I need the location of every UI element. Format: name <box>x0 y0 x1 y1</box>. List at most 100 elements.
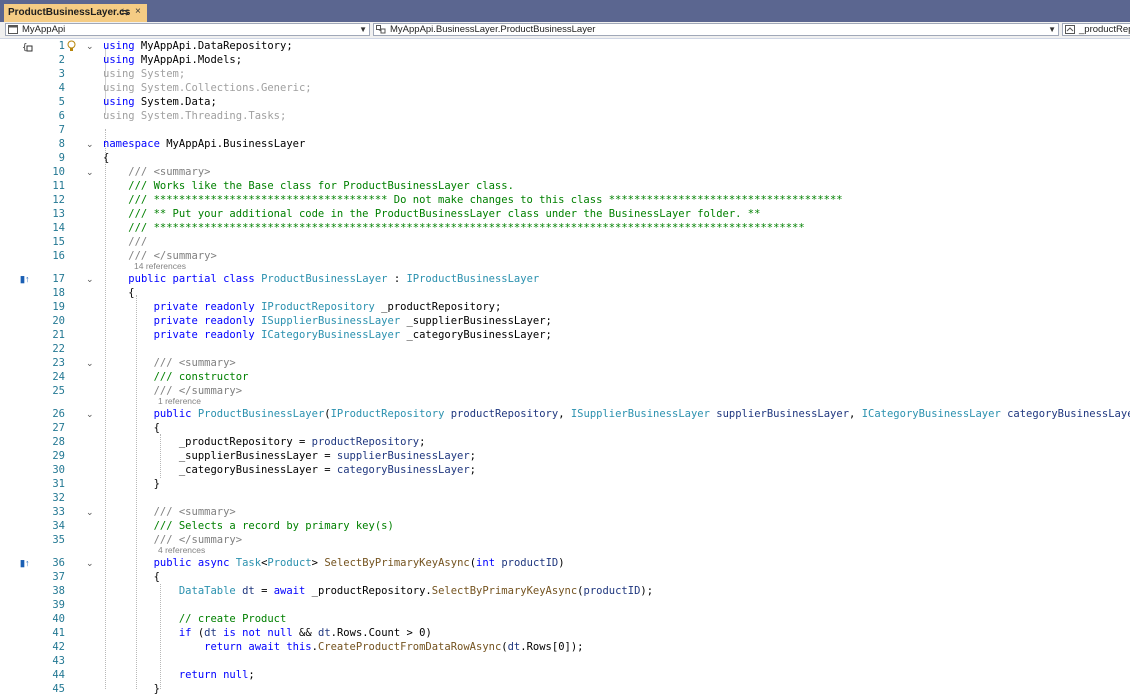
code-line[interactable]: ▮↑ 17 ⌄ public partial class ProductBusi… <box>0 272 1130 286</box>
code-line[interactable]: 18 { <box>0 286 1130 300</box>
collapse-icon[interactable]: ⌄ <box>86 39 94 53</box>
code-text: using System.Data; <box>103 96 217 108</box>
line-number: 33 <box>52 506 65 518</box>
code-line[interactable]: 2 using MyAppApi.Models; <box>0 53 1130 67</box>
line-number: 41 <box>52 627 65 639</box>
pin-icon[interactable]: ⇆ <box>121 7 129 18</box>
code-text: { <box>103 287 135 299</box>
code-line[interactable]: 26 ⌄ public ProductBusinessLayer(IProduc… <box>0 407 1130 421</box>
code-line[interactable]: 42 return await this.CreateProductFromDa… <box>0 640 1130 654</box>
code-line[interactable]: 41 if (dt is not null && dt.Rows.Count >… <box>0 626 1130 640</box>
code-line[interactable]: 24 /// constructor <box>0 370 1130 384</box>
code-text: /// Works like the Base class for Produc… <box>103 180 514 192</box>
code-line[interactable]: 9 { <box>0 151 1130 165</box>
code-line[interactable]: 4 using System.Collections.Generic; <box>0 81 1130 95</box>
code-text: using System.Collections.Generic; <box>103 82 312 94</box>
line-number: 19 <box>52 301 65 313</box>
line-number: 1 <box>58 40 65 52</box>
code-text: private readonly ICategoryBusinessLayer … <box>153 329 552 341</box>
code-line[interactable]: 34 /// Selects a record by primary key(s… <box>0 519 1130 533</box>
collapse-icon[interactable]: ⌄ <box>86 407 94 421</box>
code-line[interactable]: 10 ⌄ /// <summary> <box>0 165 1130 179</box>
code-line[interactable]: 1 ⌄ using MyAppApi.DataRepository; <box>0 39 1130 53</box>
code-line[interactable]: 40 // create Product <box>0 612 1130 626</box>
code-line[interactable]: 21 private readonly ICategoryBusinessLay… <box>0 328 1130 342</box>
line-number: 3 <box>58 68 65 80</box>
code-editor[interactable]: { 1 ⌄ using MyAppApi.DataRepository; 2 u… <box>0 39 1130 696</box>
code-line[interactable]: 31 } <box>0 477 1130 491</box>
code-text: DataTable dt = await _productRepository.… <box>178 585 654 597</box>
code-text: } <box>103 683 160 695</box>
member-dropdown[interactable]: _productRepository <box>1062 23 1130 36</box>
code-line[interactable]: 8 ⌄ namespace MyAppApi.BusinessLayer <box>0 137 1130 151</box>
line-number: 8 <box>58 138 65 150</box>
line-number: 4 <box>58 82 65 94</box>
line-number: 37 <box>52 571 65 583</box>
line-number: 21 <box>52 329 65 341</box>
code-line[interactable]: 44 return null; <box>0 668 1130 682</box>
code-line[interactable]: 23 ⌄ /// <summary> <box>0 356 1130 370</box>
code-text: /// <summary> <box>103 166 211 178</box>
line-number: 39 <box>52 599 65 611</box>
code-text: /// ** Put your additional code in the P… <box>103 208 761 220</box>
line-number: 26 <box>52 408 65 420</box>
reference-count[interactable]: 4 references <box>158 546 205 555</box>
implements-icon[interactable]: ▮↑ <box>20 274 29 284</box>
code-line[interactable]: 39 <box>0 598 1130 612</box>
code-text: { <box>103 422 160 434</box>
tab-product-business-layer[interactable]: ProductBusinessLayer.cs ⇆ × <box>4 4 147 22</box>
collapse-icon[interactable]: ⌄ <box>86 272 94 286</box>
code-text: public async Task<Product> SelectByPrima… <box>153 557 565 569</box>
tab-title: ProductBusinessLayer.cs <box>8 7 131 18</box>
collapse-icon[interactable]: ⌄ <box>86 137 94 151</box>
code-line[interactable]: 45 } <box>0 682 1130 696</box>
reference-count[interactable]: 14 references <box>134 262 186 271</box>
line-number: 7 <box>58 124 65 136</box>
code-text: using MyAppApi.Models; <box>103 54 243 66</box>
implements-icon[interactable]: ▮↑ <box>20 558 29 568</box>
code-line[interactable]: ▮↑ 36 ⌄ public async Task<Product> Selec… <box>0 556 1130 570</box>
code-line[interactable]: 29 _supplierBusinessLayer = supplierBusi… <box>0 449 1130 463</box>
line-number: 20 <box>52 315 65 327</box>
line-number: 27 <box>52 422 65 434</box>
line-number: 5 <box>58 96 65 108</box>
close-icon[interactable]: × <box>135 6 141 17</box>
code-line[interactable]: 20 private readonly ISupplierBusinessLay… <box>0 314 1130 328</box>
code-line[interactable]: 33 ⌄ /// <summary> <box>0 505 1130 519</box>
collapse-icon[interactable]: ⌄ <box>86 165 94 179</box>
code-line[interactable]: 27 { <box>0 421 1130 435</box>
collapse-icon[interactable]: ⌄ <box>86 505 94 519</box>
code-line[interactable]: 30 _categoryBusinessLayer = categoryBusi… <box>0 463 1130 477</box>
line-number: 43 <box>52 655 65 667</box>
line-number: 31 <box>52 478 65 490</box>
collapse-icon[interactable]: ⌄ <box>86 356 94 370</box>
class-label: MyAppApi.BusinessLayer.ProductBusinessLa… <box>390 24 596 35</box>
code-line[interactable]: 22 <box>0 342 1130 356</box>
code-line[interactable]: 43 <box>0 654 1130 668</box>
class-dropdown[interactable]: MyAppApi.BusinessLayer.ProductBusinessLa… <box>373 23 1059 36</box>
reference-count[interactable]: 1 reference <box>158 397 201 406</box>
code-text: /// constructor <box>103 371 249 383</box>
code-line[interactable]: 12 /// *********************************… <box>0 193 1130 207</box>
project-dropdown[interactable]: MyAppApi ▼ <box>5 23 370 36</box>
code-line[interactable]: 38 DataTable dt = await _productReposito… <box>0 584 1130 598</box>
line-number: 11 <box>52 180 65 192</box>
code-text: _categoryBusinessLayer = categoryBusines… <box>103 464 476 476</box>
code-line[interactable]: 37 { <box>0 570 1130 584</box>
code-text: /// <summary> <box>103 357 236 369</box>
code-line[interactable]: 28 _productRepository = productRepositor… <box>0 435 1130 449</box>
code-line[interactable]: 3 using System; <box>0 67 1130 81</box>
code-line[interactable]: 15 /// <box>0 235 1130 249</box>
collapse-icon[interactable]: ⌄ <box>86 556 94 570</box>
line-number: 34 <box>52 520 65 532</box>
code-line[interactable]: 32 <box>0 491 1130 505</box>
code-line[interactable]: 11 /// Works like the Base class for Pro… <box>0 179 1130 193</box>
code-line[interactable]: 5 using System.Data; <box>0 95 1130 109</box>
code-line[interactable]: 14 /// *********************************… <box>0 221 1130 235</box>
code-line[interactable]: 19 private readonly IProductRepository _… <box>0 300 1130 314</box>
project-label: MyAppApi <box>22 24 66 35</box>
code-line[interactable]: 6 using System.Threading.Tasks; <box>0 109 1130 123</box>
code-text: /// ************************************… <box>103 222 805 234</box>
code-line[interactable]: 7 <box>0 123 1130 137</box>
code-line[interactable]: 13 /// ** Put your additional code in th… <box>0 207 1130 221</box>
